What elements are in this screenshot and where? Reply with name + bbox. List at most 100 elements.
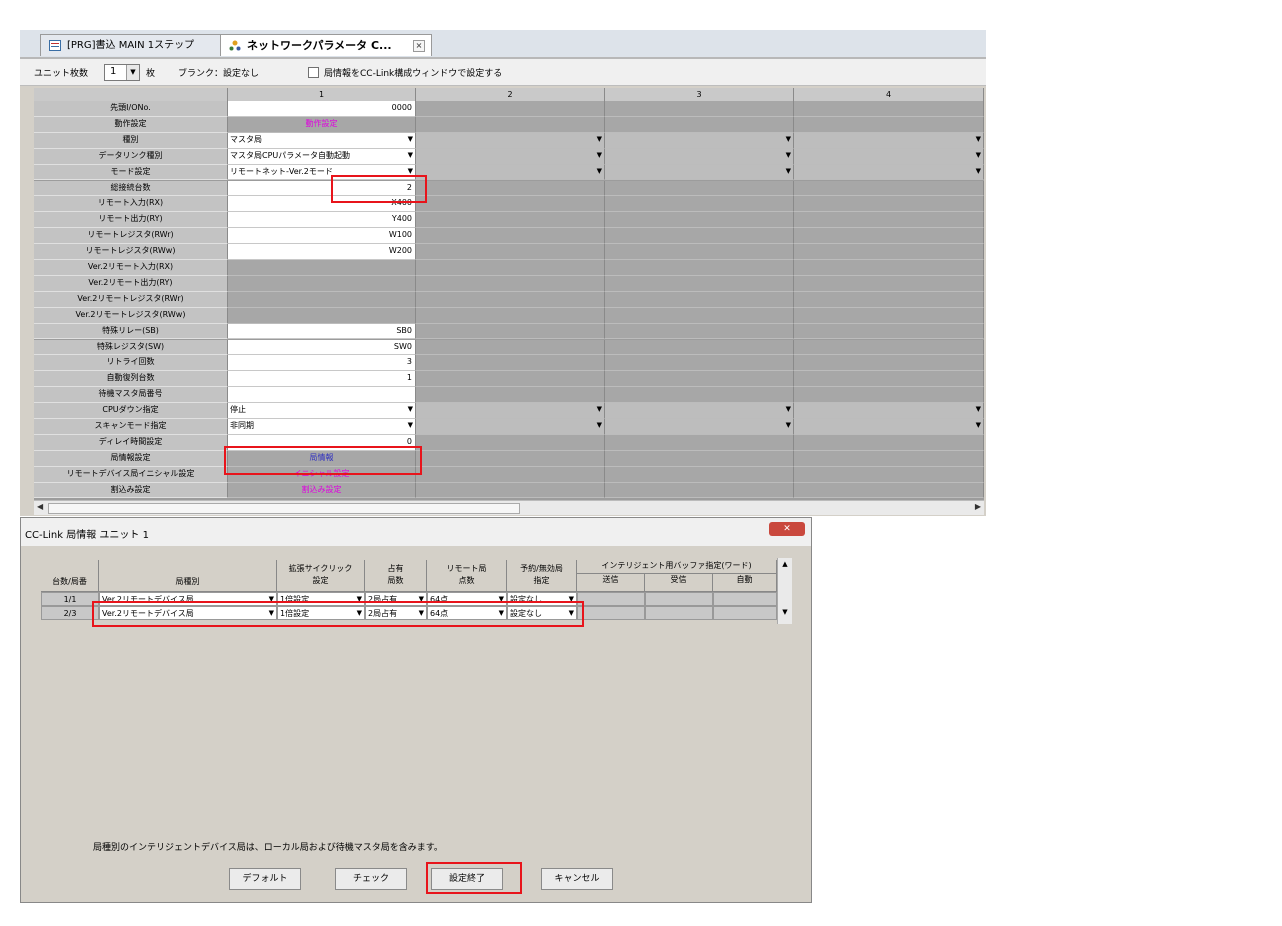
- header-cyclic-line2: 設定: [312, 576, 329, 585]
- row-label: リモートデバイス局イニシャル設定: [34, 466, 228, 483]
- param-cell-disabled: [605, 260, 794, 276]
- network-icon: [229, 40, 241, 51]
- scroll-up-icon[interactable]: ▲: [778, 560, 792, 568]
- dialog-note: 局種別のインテリジェントデバイス局は、ローカル局および待機マスタ局を含みます。: [93, 843, 443, 853]
- param-select-disabled[interactable]: ▼: [416, 419, 605, 435]
- param-select-disabled[interactable]: ▼: [794, 403, 984, 419]
- param-cell-disabled: [794, 307, 984, 324]
- param-value: W100: [388, 230, 412, 240]
- param-field[interactable]: SB0: [228, 323, 416, 340]
- chevron-down-icon: ▼: [407, 150, 413, 159]
- default-button[interactable]: デフォルト: [229, 868, 301, 890]
- check-button[interactable]: チェック: [335, 868, 407, 890]
- param-cell-disabled: [605, 371, 794, 388]
- header-occupied: 占有 局数: [365, 560, 427, 592]
- param-select[interactable]: 停止 ▼: [228, 403, 416, 419]
- param-value: Y400: [391, 214, 412, 224]
- chevron-down-icon: ▼: [975, 421, 981, 429]
- param-cell-disabled: [794, 387, 984, 404]
- param-field[interactable]: 0000: [228, 101, 416, 117]
- row-label: 割込み設定: [34, 482, 228, 499]
- param-cell-disabled: [794, 196, 984, 213]
- row-label: データリンク種別: [34, 148, 228, 165]
- param-cell-disabled: [416, 307, 605, 324]
- param-button[interactable]: 動作設定: [228, 116, 416, 133]
- param-select-disabled[interactable]: ▼: [605, 148, 794, 165]
- scroll-left-icon[interactable]: ◀: [37, 502, 43, 511]
- row-label: リモートレジスタ(RWr): [34, 228, 228, 245]
- param-select-disabled[interactable]: ▼: [794, 148, 984, 165]
- param-select-disabled[interactable]: ▼: [416, 148, 605, 165]
- tab-network-parameter-label: ネットワークパラメータ C...: [247, 39, 392, 52]
- param-cell-disabled: [416, 180, 605, 197]
- param-field: [228, 291, 416, 308]
- param-value: リモートネット-Ver.2モード: [230, 166, 333, 176]
- unit-count-select[interactable]: 1 ▼: [104, 64, 140, 81]
- param-field[interactable]: W200: [228, 244, 416, 260]
- header-buffer: インテリジェント用バッファ指定(ワード): [577, 560, 777, 574]
- param-cell-disabled: [794, 275, 984, 292]
- param-cell-disabled: [605, 482, 794, 499]
- param-select-disabled[interactable]: ▼: [416, 164, 605, 181]
- param-field[interactable]: SW0: [228, 339, 416, 356]
- param-field[interactable]: [228, 387, 416, 404]
- column-header-1: 1: [228, 88, 416, 101]
- scroll-down-icon[interactable]: ▼: [778, 608, 792, 616]
- tab-network-parameter[interactable]: ネットワークパラメータ C... ×: [220, 34, 432, 56]
- param-select[interactable]: マスタ局 ▼: [228, 132, 416, 149]
- row-label: CPUダウン指定: [34, 403, 228, 419]
- close-icon[interactable]: ×: [413, 40, 425, 52]
- param-cell-disabled: [605, 116, 794, 133]
- param-cell-disabled: [416, 434, 605, 451]
- chevron-down-icon: ▼: [126, 65, 139, 80]
- chevron-down-icon: ▼: [785, 166, 791, 175]
- param-field[interactable]: 3: [228, 355, 416, 372]
- header-remote-points-line2: 点数: [458, 576, 475, 585]
- param-cell-disabled: [794, 434, 984, 451]
- chevron-down-icon: ▼: [975, 405, 981, 414]
- param-select-disabled[interactable]: ▼: [605, 419, 794, 435]
- row-label: 総接続台数: [34, 180, 228, 197]
- param-select-disabled[interactable]: ▼: [794, 419, 984, 435]
- param-field[interactable]: W100: [228, 228, 416, 245]
- chevron-down-icon: ▼: [785, 134, 791, 143]
- dialog-close-button[interactable]: ✕: [769, 522, 805, 536]
- param-cell-disabled: [416, 339, 605, 356]
- param-select-disabled[interactable]: ▼: [416, 403, 605, 419]
- param-value: W200: [388, 246, 412, 256]
- buffer-auto: [713, 606, 777, 620]
- station-info-checkbox[interactable]: [308, 67, 319, 78]
- param-select[interactable]: 非同期 ▼: [228, 419, 416, 435]
- param-cell-disabled: [605, 450, 794, 467]
- param-cell-disabled: [794, 339, 984, 356]
- column-header-4: 4: [794, 88, 984, 101]
- network-parameter-window: [PRG]書込 MAIN 1ステップ ネットワークパラメータ C... × ユニ…: [20, 30, 986, 516]
- param-cell-disabled: [794, 244, 984, 260]
- param-cell-disabled: [416, 196, 605, 213]
- param-cell-disabled: [794, 212, 984, 229]
- tab-prg-main[interactable]: [PRG]書込 MAIN 1ステップ: [40, 34, 230, 56]
- cancel-button[interactable]: キャンセル: [541, 868, 613, 890]
- buffer-send: [577, 606, 645, 620]
- param-cell-disabled: [416, 466, 605, 483]
- param-value: 3: [406, 357, 412, 367]
- param-select[interactable]: マスタ局CPUパラメータ自動起動 ▼: [228, 148, 416, 165]
- param-cell-disabled: [794, 450, 984, 467]
- dialog-vertical-scrollbar[interactable]: ▲ ▼: [777, 558, 792, 624]
- horizontal-scrollbar[interactable]: ◀ ▶: [34, 500, 984, 515]
- param-cell-disabled: [605, 323, 794, 340]
- param-select-disabled[interactable]: ▼: [794, 164, 984, 181]
- param-select-disabled[interactable]: ▼: [605, 164, 794, 181]
- row-label: Ver.2リモートレジスタ(RWr): [34, 291, 228, 308]
- param-select-disabled[interactable]: ▼: [605, 403, 794, 419]
- param-select-disabled[interactable]: ▼: [416, 132, 605, 149]
- param-cell-disabled: [605, 196, 794, 213]
- param-field[interactable]: 1: [228, 371, 416, 388]
- param-cell-disabled: [794, 371, 984, 388]
- param-select-disabled[interactable]: ▼: [605, 132, 794, 149]
- param-field[interactable]: Y400: [228, 212, 416, 229]
- scroll-thumb[interactable]: [48, 503, 520, 514]
- param-select-disabled[interactable]: ▼: [794, 132, 984, 149]
- scroll-right-icon[interactable]: ▶: [975, 502, 981, 511]
- param-button[interactable]: 割込み設定: [228, 482, 416, 499]
